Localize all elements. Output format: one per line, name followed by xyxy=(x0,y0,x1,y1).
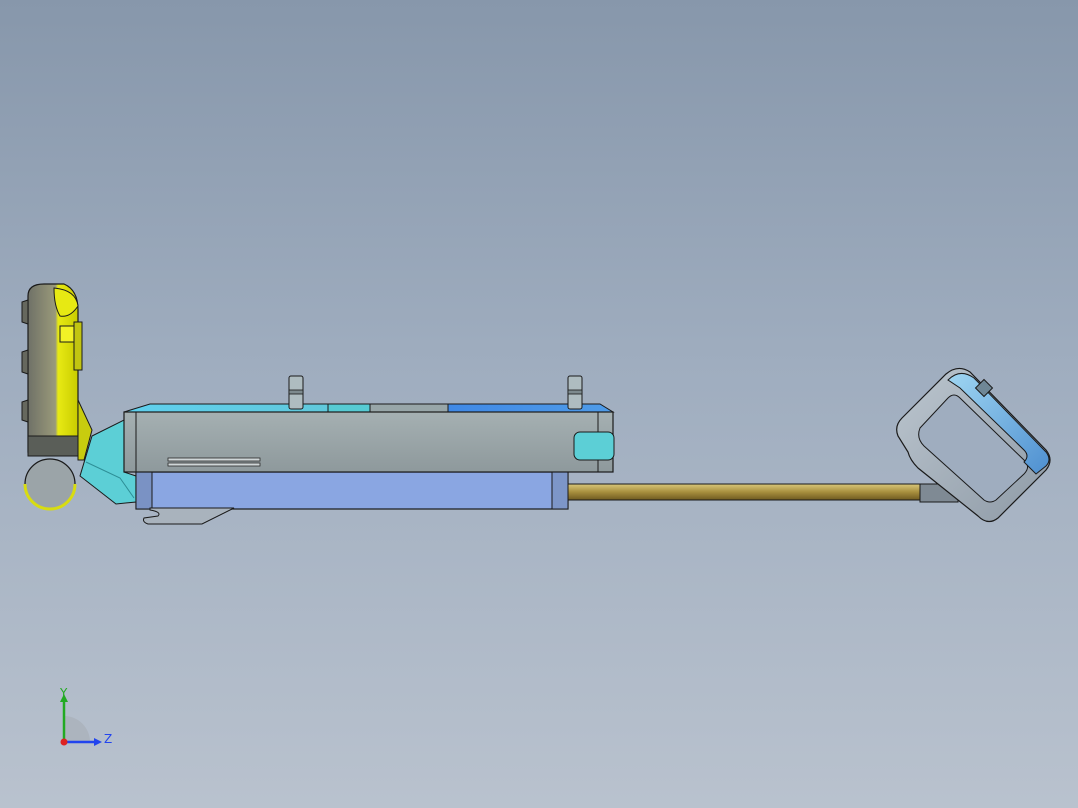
lower-blue-rail[interactable] xyxy=(135,471,569,525)
z-axis-label: Z xyxy=(104,732,113,746)
main-housing[interactable] xyxy=(123,403,615,473)
cad-model[interactable] xyxy=(0,0,1078,808)
right-grip-handle[interactable] xyxy=(896,367,1051,523)
orientation-triad[interactable]: Y Z xyxy=(50,686,120,756)
y-axis-label: Y xyxy=(60,686,68,700)
brass-rod[interactable] xyxy=(567,483,925,501)
graphics-viewport[interactable]: Y Z xyxy=(0,0,1078,808)
